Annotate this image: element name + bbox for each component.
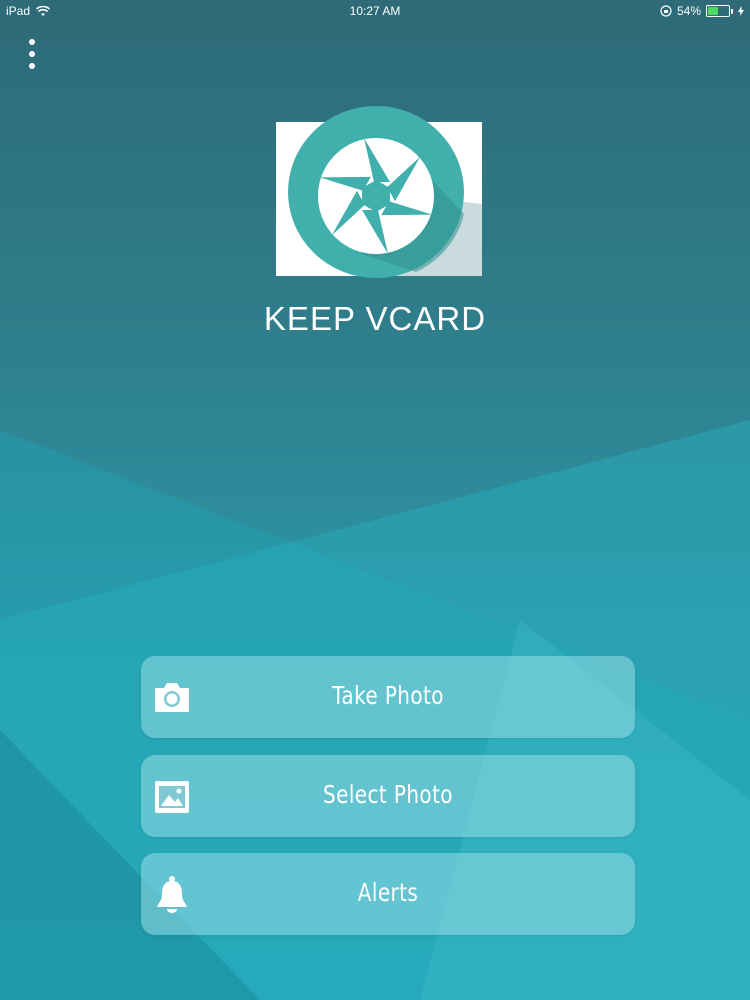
menu-dot [29, 51, 35, 57]
app-title: KEEP VCARD [263, 300, 487, 337]
menu-dot [29, 63, 35, 69]
bell-icon [157, 876, 187, 913]
alerts-button[interactable]: Alerts [141, 853, 635, 935]
charging-icon [738, 6, 744, 16]
alerts-label: Alerts [357, 878, 419, 907]
take-photo-label: Take Photo [332, 681, 444, 710]
orientation-lock-icon [660, 5, 672, 17]
status-right: 54% [660, 4, 744, 18]
take-photo-button[interactable]: Take Photo [141, 656, 635, 738]
battery-icon [706, 5, 730, 17]
gallery-icon [155, 781, 189, 813]
select-photo-label: Select Photo [323, 780, 453, 809]
more-options-button[interactable] [22, 34, 42, 74]
select-photo-button[interactable]: Select Photo [141, 755, 635, 837]
status-bar: iPad 10:27 AM 54% [0, 0, 750, 22]
battery-percent: 54% [676, 4, 701, 18]
battery-cap [731, 8, 733, 14]
status-time: 10:27 AM [349, 4, 401, 18]
battery-fill [708, 7, 718, 15]
more-vertical-icon [29, 39, 35, 45]
camera-icon [155, 683, 189, 712]
camera-shutter-icon [276, 106, 482, 278]
